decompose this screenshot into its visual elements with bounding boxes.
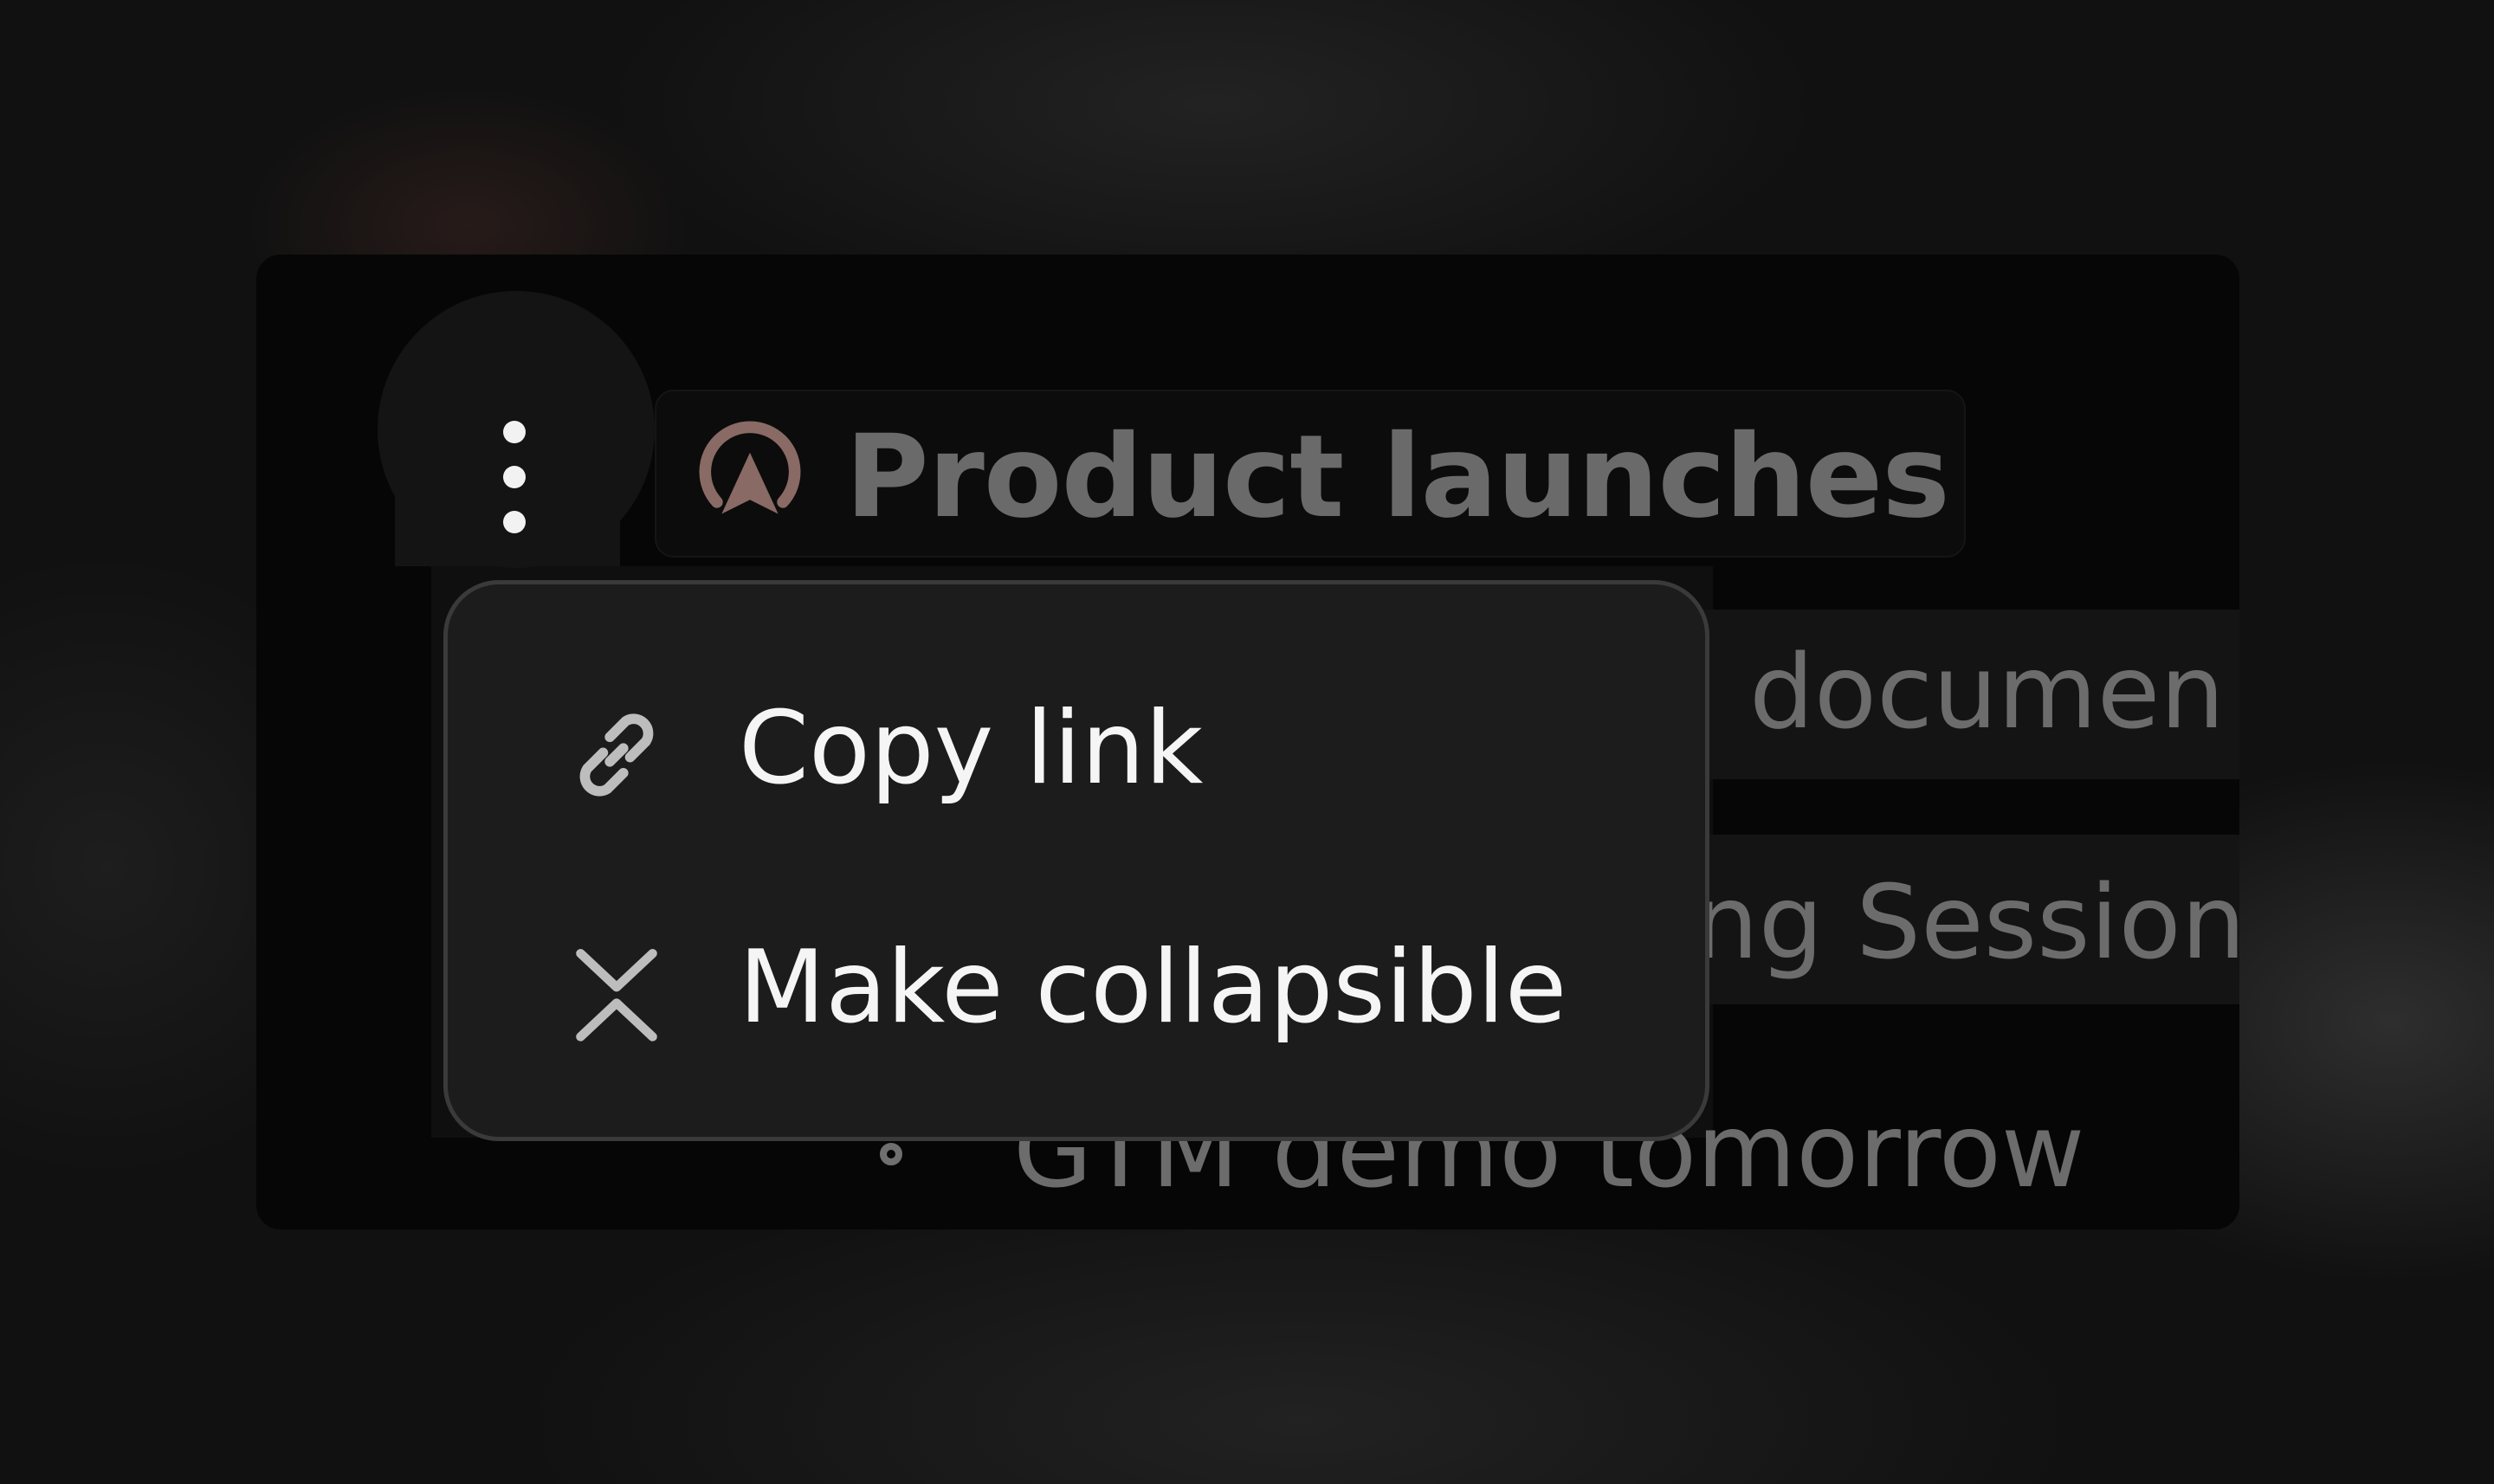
vertical-dots-icon[interactable] xyxy=(492,421,537,533)
dot xyxy=(503,421,526,443)
block-context-menu: Copy link Make collapsible xyxy=(443,580,1709,1141)
copy-link-menu-item[interactable]: Copy link xyxy=(448,647,1705,863)
block-title-text: Product launches xyxy=(845,410,1950,544)
make-collapsible-menu-item[interactable]: Make collapsible xyxy=(448,886,1705,1102)
collapse-icon xyxy=(576,949,657,1042)
link-icon xyxy=(579,713,654,797)
dot xyxy=(503,511,526,533)
block-title[interactable]: Product launches xyxy=(655,390,1966,558)
copy-link-label: Copy link xyxy=(739,690,1204,807)
rocket-launch-icon xyxy=(699,421,801,514)
make-collapsible-label: Make collapsible xyxy=(739,929,1567,1046)
bullet-icon xyxy=(880,1143,902,1165)
dot xyxy=(503,466,526,488)
row-text[interactable]: ng Session xyxy=(1694,862,2239,982)
row-text[interactable]: documen xyxy=(1749,632,2225,752)
